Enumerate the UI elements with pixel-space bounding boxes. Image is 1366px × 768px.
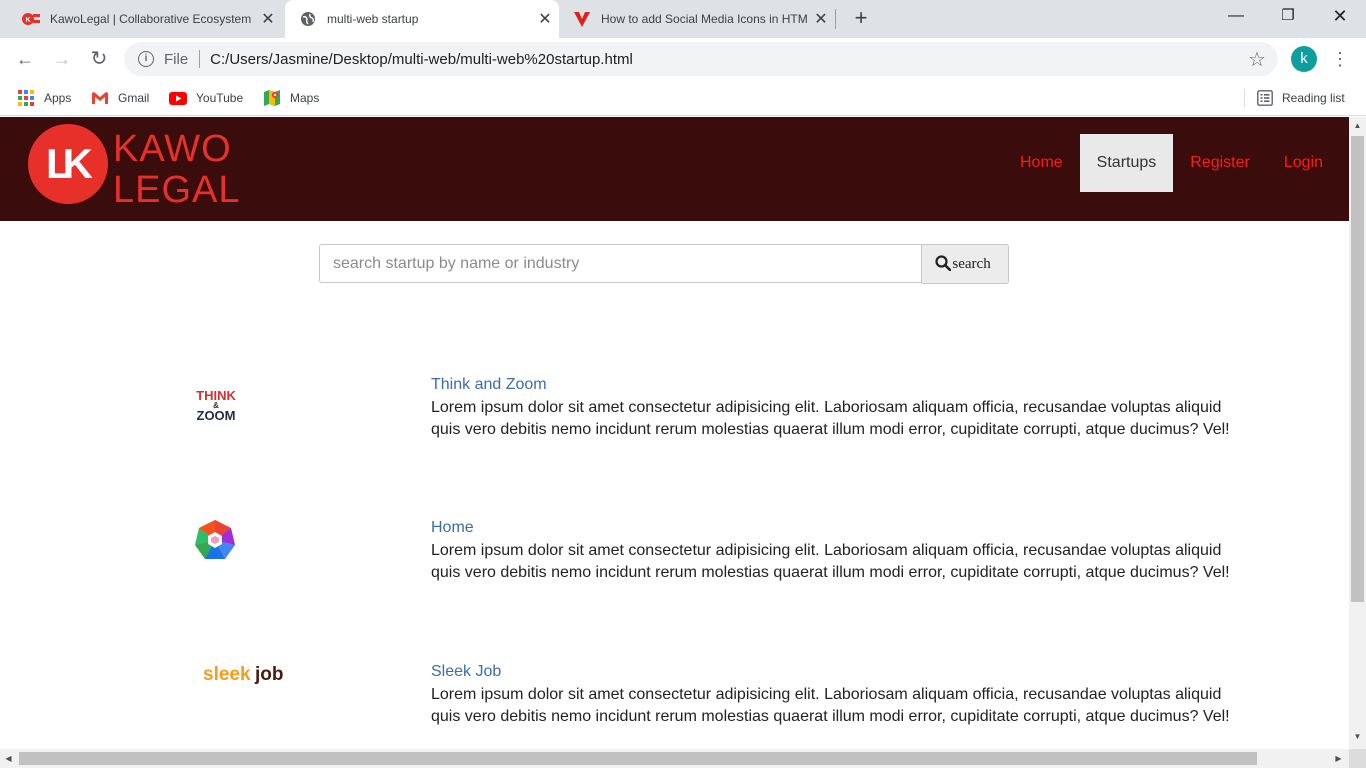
browser-tab[interactable]: K KawoLegal | Collaborative Ecosystem ✕ <box>0 0 282 38</box>
kawolegal-logo[interactable]: LK KAWO LEGAL <box>25 123 265 211</box>
startup-logo: sleek job <box>180 628 320 718</box>
nav-startups-link[interactable]: Startups <box>1079 134 1174 192</box>
reading-list[interactable]: Reading list <box>1244 87 1345 109</box>
site-header: LK KAWO LEGAL Home Startups Register Log… <box>0 117 1349 221</box>
scroll-left-arrow-icon[interactable]: ◀ <box>0 749 17 768</box>
search-button[interactable]: search <box>922 244 1009 284</box>
bookmark-label: Gmail <box>118 91 150 105</box>
bookmark-label: Maps <box>290 91 320 105</box>
gmail-icon <box>91 90 109 106</box>
description-line: Lorem ipsum dolor sit amet consectetur a… <box>431 542 1222 559</box>
close-tab-icon[interactable]: ✕ <box>254 9 282 29</box>
hexagon-cube-logo-icon <box>195 520 235 559</box>
logo-text-kawo: KAWO <box>113 128 232 170</box>
svg-text:K: K <box>25 17 30 24</box>
startup-name-link[interactable]: Think and Zoom <box>431 375 547 395</box>
startup-card: Home Lorem ipsum dolor sit amet consecte… <box>0 518 1349 608</box>
startup-logo <box>150 496 280 586</box>
bookmark-apps[interactable]: Apps <box>17 87 71 109</box>
close-window-icon[interactable]: ✕ <box>1314 0 1366 34</box>
globe-icon <box>299 10 317 28</box>
browser-tab[interactable]: How to add Social Media Icons in HTML ✕ <box>563 0 835 38</box>
kawolegal-favicon-icon: K <box>22 10 40 28</box>
reload-icon[interactable]: ↻ <box>86 46 112 72</box>
maps-icon <box>263 90 281 106</box>
new-tab-plus-icon[interactable]: + <box>848 6 874 32</box>
close-tab-icon[interactable]: ✕ <box>531 9 559 29</box>
page-viewport: LK KAWO LEGAL Home Startups Register Log… <box>0 117 1349 749</box>
youtube-icon <box>169 90 187 106</box>
sleekjob-logo-icon: sleek job <box>203 664 284 685</box>
address-divider <box>199 50 201 68</box>
nav-home-link[interactable]: Home <box>1003 134 1080 192</box>
description-line: Lorem ipsum dolor sit amet consectetur a… <box>431 399 1222 416</box>
search-button-label: search <box>952 255 991 272</box>
startup-name-link[interactable]: Home <box>431 518 474 538</box>
description-line: quis vero debitis nemo incidunt rerum mo… <box>431 708 1230 725</box>
profile-avatar[interactable]: k <box>1291 46 1317 72</box>
bookmarks-divider <box>1244 89 1245 107</box>
vertical-scroll-thumb[interactable] <box>1351 136 1364 602</box>
startup-card: sleek job Sleek Job Lorem ipsum dolor si… <box>0 662 1349 749</box>
vivaldi-red-v-icon <box>573 10 591 28</box>
logo-line-sleek: sleek <box>203 664 251 685</box>
startup-card: THINK & ZOOM Think and Zoom Lorem ipsum … <box>0 375 1349 465</box>
description-line: quis vero debitis nemo incidunt rerum mo… <box>431 421 1230 438</box>
horizontal-scrollbar[interactable]: ◀ ▶ <box>0 749 1349 768</box>
startup-search-input[interactable] <box>319 244 923 283</box>
description-line: Lorem ipsum dolor sit amet consectetur a… <box>431 686 1222 703</box>
logo-text-legal: LEGAL <box>113 169 241 209</box>
minimize-window-icon[interactable]: — <box>1210 0 1262 34</box>
bookmarks-bar: Apps Gmail YouTube Maps Reading list <box>0 80 1366 116</box>
startup-search-form: search <box>319 244 1009 284</box>
site-info-icon[interactable]: i <box>138 51 154 67</box>
nav-login-link[interactable]: Login <box>1267 134 1340 192</box>
startup-description: Lorem ipsum dolor sit amet consectetur a… <box>431 397 1243 441</box>
startup-description: Lorem ipsum dolor sit amet consectetur a… <box>431 684 1243 728</box>
bookmark-label: YouTube <box>196 91 244 105</box>
tab-divider <box>835 9 836 29</box>
scroll-down-arrow-icon[interactable]: ▼ <box>1349 728 1366 745</box>
nav-register-link[interactable]: Register <box>1173 134 1267 192</box>
back-arrow-icon[interactable]: ← <box>12 46 38 72</box>
logo-line-job: job <box>254 664 284 685</box>
apps-grid-icon <box>17 90 35 106</box>
bookmark-label: Apps <box>44 91 72 105</box>
bookmark-gmail[interactable]: Gmail <box>91 87 149 109</box>
think-and-zoom-logo-icon: THINK & ZOOM <box>196 388 236 423</box>
main-nav: Home Startups Register Login <box>1003 134 1349 192</box>
bookmark-youtube[interactable]: YouTube <box>169 87 243 109</box>
restore-window-icon[interactable]: ❐ <box>1262 0 1314 34</box>
logo-line-zoom: ZOOM <box>197 408 236 423</box>
vertical-scrollbar[interactable]: ▲ ▼ <box>1349 117 1366 749</box>
forward-arrow-icon[interactable]: → <box>49 46 75 72</box>
horizontal-scroll-thumb[interactable] <box>19 752 1257 765</box>
reading-list-icon <box>1257 90 1273 106</box>
address-bar[interactable]: i File C:/Users/Jasmine/Desktop/multi-we… <box>124 42 1278 76</box>
reading-list-label: Reading list <box>1282 91 1345 105</box>
magnifier-icon <box>935 254 952 271</box>
bookmark-star-icon[interactable]: ☆ <box>1242 47 1272 72</box>
url-text[interactable]: C:/Users/Jasmine/Desktop/multi-web/multi… <box>210 51 1242 68</box>
tab-title: multi-web startup <box>327 12 419 26</box>
scrollbar-corner <box>1349 749 1366 768</box>
browser-menu-icon[interactable]: ⋮ <box>1330 46 1350 72</box>
browser-toolbar: ← → ↻ i File C:/Users/Jasmine/Desktop/mu… <box>0 38 1366 80</box>
startup-logo: THINK & ZOOM <box>150 363 280 453</box>
scroll-right-arrow-icon[interactable]: ▶ <box>1330 749 1347 768</box>
description-line: quis vero debitis nemo incidunt rerum mo… <box>431 564 1230 581</box>
tab-strip: K KawoLegal | Collaborative Ecosystem ✕ … <box>0 0 1366 38</box>
scroll-up-arrow-icon[interactable]: ▲ <box>1349 117 1366 134</box>
bookmark-maps[interactable]: Maps <box>263 87 319 109</box>
browser-tab-active[interactable]: multi-web startup ✕ <box>285 0 559 38</box>
tab-title: KawoLegal | Collaborative Ecosystem <box>50 12 252 26</box>
startup-description: Lorem ipsum dolor sit amet consectetur a… <box>431 540 1243 584</box>
scheme-label: File <box>164 50 189 68</box>
tab-title: How to add Social Media Icons in HTML <box>601 12 807 26</box>
close-tab-icon[interactable]: ✕ <box>807 9 835 29</box>
startup-name-link[interactable]: Sleek Job <box>431 662 501 682</box>
